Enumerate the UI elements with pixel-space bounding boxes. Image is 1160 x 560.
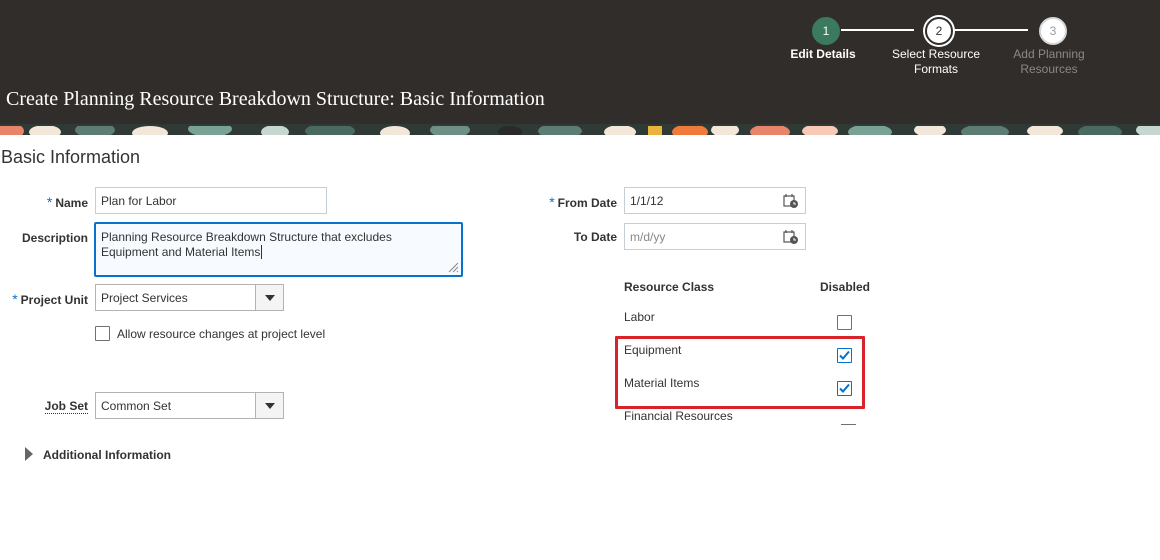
material-items-disabled-checkbox[interactable] (837, 381, 852, 396)
to-date-placeholder: m/d/yy (630, 230, 666, 244)
from-date-input[interactable]: 1/1/12 (624, 187, 806, 214)
resource-class-name: Equipment (624, 343, 682, 357)
checkmark-icon (839, 383, 850, 393)
resource-class-name: Financial Resources (624, 409, 733, 423)
description-line1: Planning Resource Breakdown Structure th… (101, 230, 392, 244)
train-step-2-circle[interactable]: 2 (925, 17, 953, 45)
section-title: Basic Information (1, 147, 141, 167)
resource-class-name: Material Items (624, 376, 700, 390)
labor-disabled-checkbox[interactable] (837, 315, 852, 330)
chevron-down-icon[interactable] (255, 285, 283, 310)
additional-information-disclosure[interactable]: Additional Information (24, 447, 184, 463)
equipment-disabled-checkbox[interactable] (837, 348, 852, 363)
calendar-icon[interactable] (783, 193, 799, 209)
train-connector (841, 29, 914, 31)
train-step-3-label[interactable]: Add Planning Resources (989, 47, 1109, 77)
from-date-value: 1/1/12 (630, 194, 664, 208)
job-set-select[interactable]: Common Set (95, 392, 284, 419)
caret-right-icon (25, 447, 33, 461)
description-textarea[interactable]: Planning Resource Breakdown Structure th… (94, 222, 463, 277)
project-unit-value: Project Services (101, 291, 188, 305)
financial-resources-disabled-checkbox[interactable] (841, 424, 856, 425)
project-unit-label-text: Project Unit (20, 293, 88, 307)
decorative-banner (0, 124, 1160, 135)
project-unit-select[interactable]: Project Services (95, 284, 284, 311)
resize-handle-icon[interactable] (447, 261, 459, 273)
allow-changes-checkbox[interactable] (95, 326, 110, 341)
calendar-icon[interactable] (783, 229, 799, 245)
train-step-2-label[interactable]: Select Resource Formats (876, 47, 996, 77)
name-label: * Name (20, 194, 88, 210)
disabled-column-header: Disabled (820, 280, 871, 294)
name-label-text: Name (55, 196, 88, 210)
additional-information-label: Additional Information (43, 448, 171, 462)
train-step-2-label-line2: Formats (913, 62, 958, 76)
job-set-label-text: Job Set (44, 399, 88, 414)
name-input[interactable]: Plan for Labor (95, 187, 327, 214)
page-title: Create Planning Resource Breakdown Struc… (6, 88, 545, 110)
to-date-label: To Date (573, 230, 617, 244)
banner-pattern (0, 124, 1160, 135)
train-step-1-label[interactable]: Edit Details (763, 47, 883, 62)
project-unit-label: * Project Unit (0, 291, 88, 307)
resource-class-column-header: Resource Class (624, 280, 715, 294)
allow-changes-label: Allow resource changes at project level (117, 327, 326, 341)
job-set-label: Job Set (20, 399, 88, 414)
required-indicator: * (12, 291, 18, 307)
checkmark-icon (839, 350, 850, 360)
train-step-2-label-line1: Select Resource (891, 47, 981, 61)
page-header: 1 Edit Details 2 Select Resource Formats… (0, 0, 1160, 124)
train-connector (955, 29, 1028, 31)
train-step-3-label-line1: Add Planning (1013, 47, 1085, 61)
required-indicator: * (46, 194, 53, 210)
chevron-down-icon[interactable] (255, 393, 283, 418)
from-date-label: * From Date (530, 194, 617, 210)
from-date-label-text: From Date (557, 196, 617, 210)
job-set-value: Common Set (101, 399, 172, 413)
required-indicator: * (549, 194, 555, 210)
train-step-3-label-line2: Resources (1020, 62, 1078, 76)
resource-class-name: Labor (624, 310, 655, 324)
to-date-input[interactable]: m/d/yy (624, 223, 806, 250)
train-step-3-circle[interactable]: 3 (1039, 17, 1067, 45)
description-line2: Equipment and Material Items (101, 245, 263, 259)
description-label: Description (21, 231, 88, 245)
train-step-1-circle[interactable]: 1 (812, 17, 840, 45)
train-stepper: 1 Edit Details 2 Select Resource Formats… (0, 0, 1160, 80)
